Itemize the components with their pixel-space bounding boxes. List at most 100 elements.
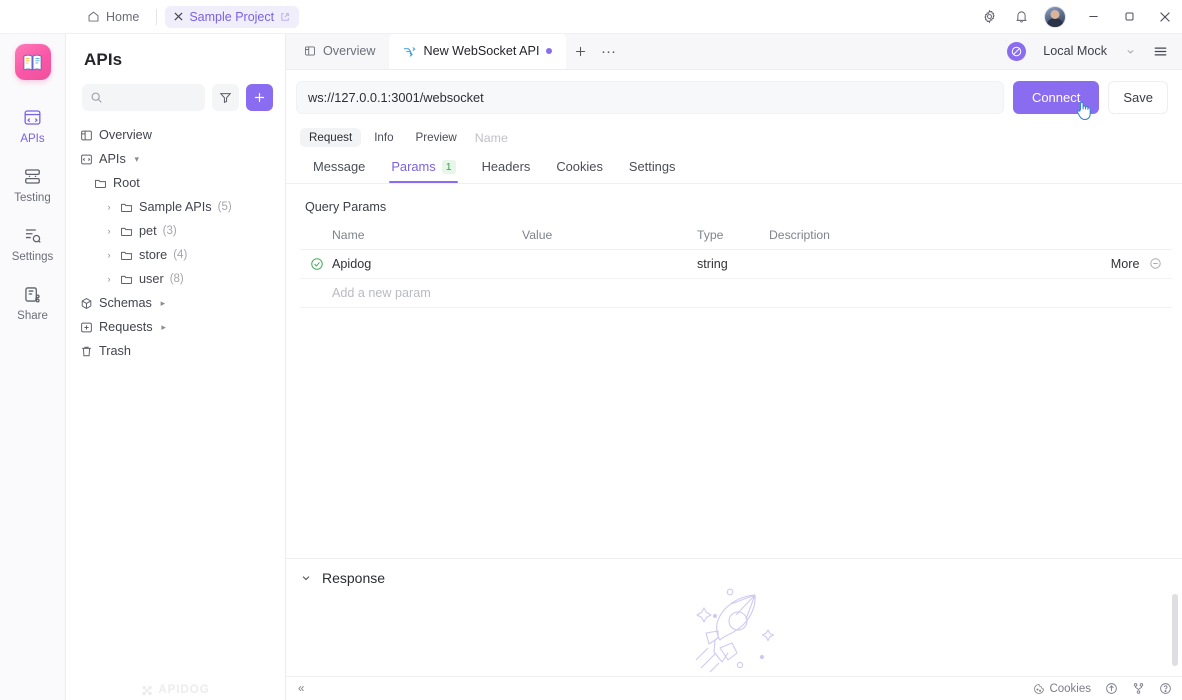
tree-item-overview[interactable]: Overview xyxy=(66,123,285,147)
project-tab[interactable]: Sample Project xyxy=(165,5,300,28)
tree-item-pet[interactable]: › pet (3) xyxy=(66,219,285,243)
environment-controls: Local Mock xyxy=(1007,33,1182,69)
chevron-right-icon[interactable]: › xyxy=(104,274,114,284)
add-param-row[interactable]: Add a new param xyxy=(300,278,1172,308)
tree-item-label: pet xyxy=(139,224,157,238)
table-header-row: Name Value Type Description xyxy=(300,223,1172,250)
environment-menu-button[interactable] xyxy=(1146,44,1174,59)
tab-headers[interactable]: Headers xyxy=(469,153,544,183)
request-body-spacer xyxy=(286,308,1182,558)
chevron-right-icon[interactable]: ▸ xyxy=(158,298,168,309)
tree-item-trash[interactable]: Trash xyxy=(66,339,285,363)
close-icon[interactable] xyxy=(174,12,183,21)
folder-icon xyxy=(94,177,107,190)
gear-icon[interactable] xyxy=(974,2,1004,32)
column-header-type: Type xyxy=(691,223,763,250)
param-description[interactable]: More xyxy=(763,249,1172,279)
sidebar-item-testing[interactable]: Testing xyxy=(5,157,61,210)
tab-cookies[interactable]: Cookies xyxy=(543,153,616,183)
no-env-icon[interactable] xyxy=(1007,41,1027,61)
runner-icon[interactable] xyxy=(1105,682,1118,695)
minimize-icon[interactable] xyxy=(1076,0,1110,34)
add-param-placeholder[interactable]: Add a new param xyxy=(326,278,1172,308)
home-label: Home xyxy=(106,9,140,24)
close-icon[interactable] xyxy=(1148,0,1182,34)
segment-info[interactable]: Info xyxy=(365,128,402,147)
table-row[interactable]: Apidog string More xyxy=(300,249,1172,279)
bell-icon[interactable] xyxy=(1006,2,1036,32)
external-link-icon[interactable] xyxy=(280,12,290,22)
tab-new-websocket-api[interactable]: New WebSocket API xyxy=(389,33,567,69)
param-name[interactable]: Apidog xyxy=(326,249,516,279)
params-count-badge: 1 xyxy=(441,159,456,174)
home-tab[interactable]: Home xyxy=(78,6,148,28)
param-type[interactable]: string xyxy=(691,249,763,279)
tree-item-schemas[interactable]: Schemas ▸ xyxy=(66,291,285,315)
column-header-name: Name xyxy=(326,223,516,250)
tree-item-apis[interactable]: APIs ▾ xyxy=(66,147,285,171)
environment-select[interactable]: Local Mock xyxy=(1035,40,1142,62)
search-input[interactable] xyxy=(82,84,205,111)
more-button[interactable]: More xyxy=(1111,257,1140,271)
branch-icon[interactable] xyxy=(1132,682,1145,695)
chevron-down-icon[interactable]: ▾ xyxy=(132,154,142,165)
tab-params[interactable]: Params 1 xyxy=(378,153,468,183)
tree-item-label: Trash xyxy=(99,344,131,358)
connect-button[interactable]: Connect xyxy=(1012,81,1100,114)
chevron-down-icon xyxy=(1125,46,1136,57)
add-row-spacer xyxy=(300,278,326,308)
param-value[interactable] xyxy=(516,249,691,279)
sidebar-item-label: Settings xyxy=(11,251,54,263)
tab-overview[interactable]: Overview xyxy=(290,33,389,69)
main-panel: Overview New WebSocket API ··· Local Moc… xyxy=(286,33,1182,700)
left-rail: APIs Testing Settings Share xyxy=(0,34,66,700)
collapse-panel-button[interactable]: « xyxy=(298,683,304,695)
query-params-title: Query Params xyxy=(305,200,387,214)
chevron-right-icon[interactable]: › xyxy=(104,226,114,236)
titlebar-right-controls xyxy=(974,0,1182,34)
row-checkbox-cell[interactable] xyxy=(300,249,326,279)
tree-item-label: Overview xyxy=(99,128,152,142)
sidebar-item-apis[interactable]: APIs xyxy=(5,98,61,151)
url-input[interactable]: ws://127.0.0.1:3001/websocket xyxy=(296,81,1004,114)
request-segment-row: Request Info Preview Name xyxy=(286,124,1182,147)
settings-icon xyxy=(23,224,42,246)
cookies-button[interactable]: Cookies xyxy=(1033,683,1091,695)
tree-item-store[interactable]: › store (4) xyxy=(66,243,285,267)
tab-more-button[interactable]: ··· xyxy=(594,33,622,69)
overview-icon xyxy=(304,45,316,57)
app-body: APIs Testing Settings Share APIs Overvie… xyxy=(0,33,1182,700)
sidebar-item-share[interactable]: Share xyxy=(5,275,61,328)
request-subtabs: Message Params 1 Headers Cookies Setting… xyxy=(286,147,1182,184)
tree-item-requests[interactable]: Requests ▸ xyxy=(66,315,285,339)
help-icon[interactable] xyxy=(1159,682,1172,695)
chevron-down-icon[interactable] xyxy=(300,572,312,584)
response-scrollbar[interactable] xyxy=(1172,594,1178,666)
request-name-input[interactable]: Name xyxy=(470,131,508,145)
response-header[interactable]: Response xyxy=(286,559,1182,586)
tab-settings[interactable]: Settings xyxy=(616,153,689,183)
save-button[interactable]: Save xyxy=(1108,81,1168,114)
chevron-right-icon[interactable]: ▸ xyxy=(159,322,169,333)
tab-message[interactable]: Message xyxy=(300,153,378,183)
maximize-icon[interactable] xyxy=(1112,0,1146,34)
sidebar-item-settings[interactable]: Settings xyxy=(5,216,61,269)
chevron-right-icon[interactable]: › xyxy=(104,202,114,212)
check-circle-icon[interactable] xyxy=(308,257,326,271)
response-empty-state xyxy=(286,586,1182,676)
add-api-button[interactable] xyxy=(246,84,273,111)
chevron-right-icon[interactable]: › xyxy=(104,250,114,260)
tree-item-sample-apis[interactable]: › Sample APIs (5) xyxy=(66,195,285,219)
tree-item-user[interactable]: › user (8) xyxy=(66,267,285,291)
tree-item-root[interactable]: Root xyxy=(66,171,285,195)
segment-preview[interactable]: Preview xyxy=(407,128,466,147)
response-section: Response xyxy=(286,558,1182,676)
avatar[interactable] xyxy=(1044,5,1066,28)
new-tab-button[interactable] xyxy=(566,33,594,69)
tab-label: Overview xyxy=(323,44,376,58)
segment-request[interactable]: Request xyxy=(300,128,362,147)
remove-circle-icon[interactable] xyxy=(1149,257,1162,270)
folder-icon xyxy=(120,201,133,214)
apis-node-icon xyxy=(80,153,93,166)
filter-icon[interactable] xyxy=(212,84,239,111)
